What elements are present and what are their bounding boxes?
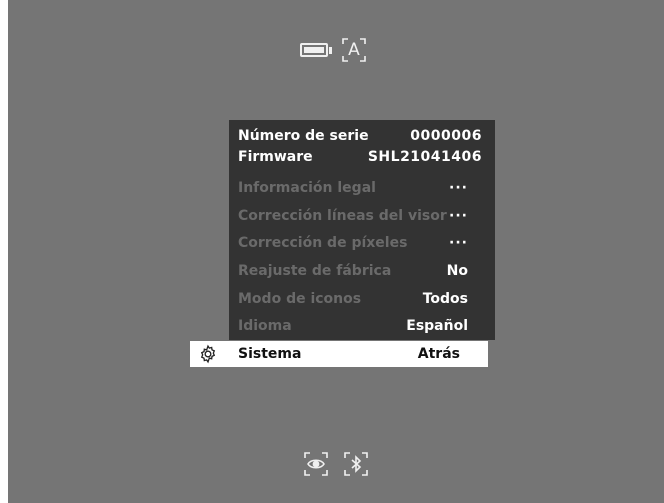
serial-number-label: Número de serie [238,128,369,144]
battery-icon [300,43,332,57]
menu-item-label: Reajuste de fábrica [238,263,392,279]
menu-item-value: No [446,263,468,279]
menu-item-label: Corrección líneas del visor [238,208,447,224]
firmware-label: Firmware [238,149,313,165]
menu-item-label: Información legal [238,180,376,196]
menu-item-value: ··· [449,208,468,224]
menu-item-viewfinder-line-correction[interactable]: Corrección líneas del visor ··· [238,206,468,226]
menu-item-label: Corrección de píxeles [238,235,408,251]
menu-item-icon-mode[interactable]: Modo de iconos Todos [238,289,468,309]
serial-number-value: 0000006 [410,128,482,144]
menu-item-value: Español [406,318,468,334]
menu-item-label: Modo de iconos [238,291,362,307]
menu-item-value: ··· [449,235,468,251]
firmware-value: SHL21041406 [367,149,482,165]
eye-icon [304,452,328,476]
menu-item-language[interactable]: Idioma Español [238,316,468,336]
menu-item-factory-reset[interactable]: Reajuste de fábrica No [238,261,468,281]
menu-item-value: Todos [422,291,468,307]
menu-item-legal-info[interactable]: Información legal ··· [238,178,468,198]
menu-item-label: Idioma [238,318,292,334]
auto-mode-icon: A [342,38,366,62]
menu-item-system-selected[interactable]: Sistema Atrás [190,341,488,367]
menu-item-pixel-correction[interactable]: Corrección de píxeles ··· [238,233,468,253]
firmware-row: Firmware SHL21041406 [238,148,482,166]
selected-item-value: Atrás [417,346,460,362]
system-menu: Número de serie 0000006 Firmware SHL2104… [229,120,495,340]
selected-item-label: Sistema [238,346,302,362]
serial-number-row: Número de serie 0000006 [238,127,482,145]
gear-icon [200,344,216,364]
menu-item-value: ··· [449,180,468,196]
bottom-status-bar [304,452,368,476]
bluetooth-icon [344,452,368,476]
device-screen: A Número de serie 0000006 Firmware SHL21… [8,0,664,503]
status-bar: A [300,38,366,62]
